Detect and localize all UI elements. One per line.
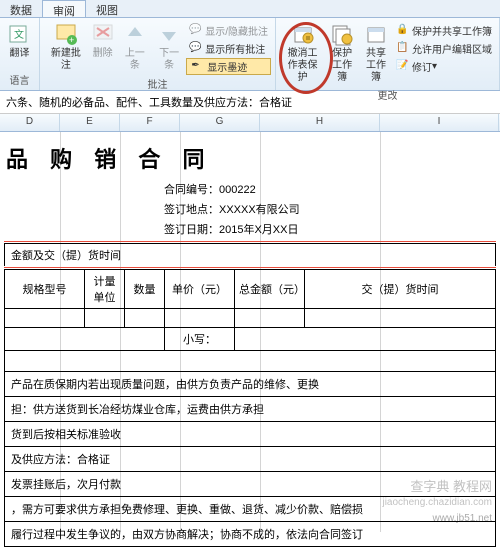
clause-c: 货到后按相关标准验收: [4, 422, 496, 447]
clause-b: 担：供方送货到长冶经坊煤业仓库，运费由供方承担: [4, 397, 496, 422]
th-price: 单价（元）: [165, 270, 235, 309]
delete-label: 删除: [93, 48, 113, 60]
meta-date-label: 签订日期：: [164, 224, 219, 236]
group-changes: 更改: [280, 86, 495, 103]
tab-review[interactable]: 审阅: [42, 0, 86, 17]
meta-contract-label: 合同编号：: [164, 184, 219, 196]
meta-place-value: XXXXX有限公司: [219, 204, 300, 216]
prev-label: 上一条: [121, 48, 149, 72]
meta-date-value: 2015年X月XX日: [219, 224, 298, 236]
red-separator: [4, 241, 496, 242]
unprotect-sheet-button[interactable]: 撤消工作表保护: [280, 20, 325, 86]
share-workbook-button[interactable]: 共享工作簿: [359, 20, 393, 86]
meta-contract-value: 000222: [219, 184, 256, 196]
translate-button[interactable]: 文 翻译: [4, 20, 35, 62]
show-ink-label: 显示墨迹: [207, 59, 247, 74]
th-total: 总金额（元）: [235, 270, 305, 309]
allow-edit-icon: 📋: [396, 42, 410, 56]
comment-icon: 💬: [189, 24, 203, 38]
protect-workbook-icon: [330, 22, 354, 46]
next-comment-button[interactable]: 下一条: [152, 20, 186, 75]
col-i[interactable]: I: [380, 114, 499, 131]
show-all-comments-button[interactable]: 💬显示所有批注: [186, 40, 271, 57]
group-comments: 批注: [44, 75, 271, 92]
comment-delete-icon: [91, 22, 115, 46]
col-h[interactable]: H: [260, 114, 380, 131]
comments-icon: 💬: [189, 42, 203, 56]
clause-d: 及供应方法：合格证: [4, 447, 496, 472]
unprotect-label: 撤消工作表保护: [283, 48, 322, 84]
th-delivery: 交（提）货时间: [305, 270, 496, 309]
comment-new-icon: +: [54, 22, 78, 46]
next-label: 下一条: [155, 48, 183, 72]
doc-title: 品 购 销 合 同: [4, 136, 496, 180]
share-workbook-icon: [364, 22, 388, 46]
spec-table: 规格型号 计量单位 数量 单价（元） 总金额（元） 交（提）货时间 小写：: [4, 269, 496, 351]
show-ink-button[interactable]: ✒显示墨迹: [186, 58, 271, 75]
translate-label: 翻译: [10, 48, 30, 60]
allow-edit-button[interactable]: 📋允许用户编辑区域: [393, 40, 495, 57]
show-hide-comment-button[interactable]: 💬显示/隐藏批注: [186, 22, 271, 39]
th-unit: 计量单位: [85, 270, 125, 309]
protect-share-button[interactable]: 🔒保护并共享工作簿: [393, 22, 495, 39]
show-all-label: 显示所有批注: [205, 41, 265, 56]
svg-text:文: 文: [14, 28, 24, 41]
protect-wb-label: 保护工作簿: [328, 48, 356, 84]
section-1: 金额及交（提）货时间: [4, 243, 496, 266]
allow-edit-label: 允许用户编辑区域: [412, 41, 492, 56]
meta-place-label: 签订地点：: [164, 204, 219, 216]
prev-comment-button[interactable]: 上一条: [118, 20, 152, 75]
show-hide-label: 显示/隐藏批注: [205, 23, 268, 38]
arrow-up-icon: [123, 22, 147, 46]
col-g[interactable]: G: [180, 114, 260, 131]
translate-icon: 文: [8, 22, 32, 46]
tab-view[interactable]: 视图: [86, 0, 128, 17]
clause-f: ，需方可要求供方承担免费修理、更换、重做、退货、减少价款、赔偿损: [4, 497, 496, 522]
ink-icon: ✒: [191, 60, 205, 74]
protect-share-label: 保护并共享工作簿: [412, 23, 492, 38]
new-comment-label: 新建批注: [47, 48, 85, 72]
clause-empty: [4, 351, 496, 372]
red-separator-2: [4, 267, 496, 268]
svg-text:+: +: [69, 35, 74, 45]
column-headers: D E F G H I: [0, 114, 500, 132]
arrow-down-icon: [157, 22, 181, 46]
share-wb-label: 共享工作簿: [362, 48, 390, 84]
track-icon: 📝: [396, 60, 410, 74]
new-comment-button[interactable]: + 新建批注: [44, 20, 88, 75]
col-d[interactable]: D: [0, 114, 60, 131]
clause-a: 产品在质保期内若出现质量问题，由供方负责产品的维修、更换: [4, 372, 496, 397]
worksheet[interactable]: 品 购 销 合 同 合同编号：000222 签订地点：XXXXX有限公司 签订日…: [0, 132, 500, 532]
group-language: 语言: [4, 71, 35, 88]
th-qty: 数量: [125, 270, 165, 309]
col-e[interactable]: E: [60, 114, 120, 131]
col-f[interactable]: F: [120, 114, 180, 131]
tab-data[interactable]: 数据: [0, 0, 42, 17]
protect-workbook-button[interactable]: 保护工作簿: [325, 20, 359, 86]
th-spec: 规格型号: [5, 270, 85, 309]
track-label: 修订: [412, 59, 432, 74]
lock-share-icon: 🔒: [396, 24, 410, 38]
track-changes-button[interactable]: 📝修订▾: [393, 58, 495, 75]
small-label: 小写：: [165, 328, 235, 351]
ribbon: 文 翻译 语言 + 新建批注 删除 上一条 下一条 💬显示/隐藏批注: [0, 18, 500, 91]
delete-comment-button[interactable]: 删除: [88, 20, 118, 75]
clause-e: 发票挂账后，次月付款: [4, 472, 496, 497]
unprotect-sheet-icon: [291, 22, 315, 46]
